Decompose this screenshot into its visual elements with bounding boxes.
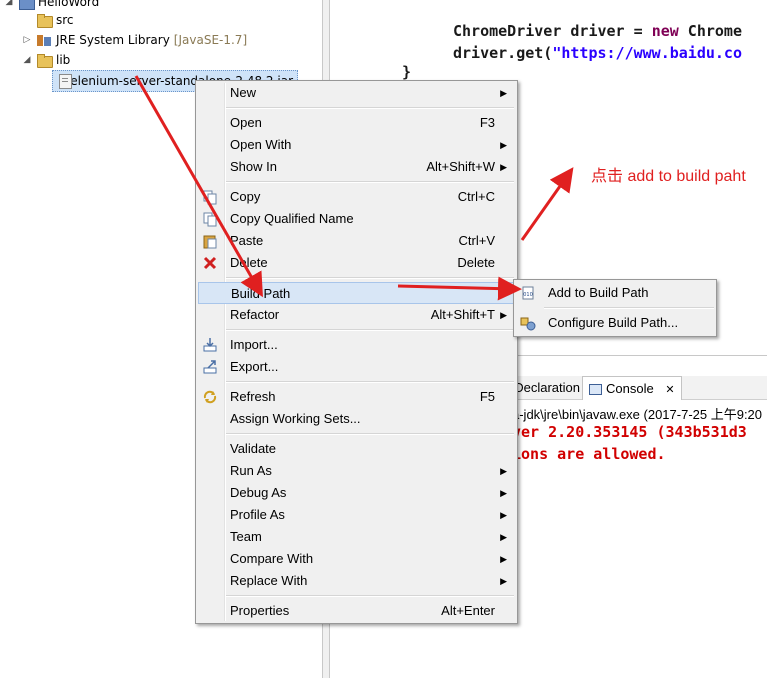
menu-item-validate[interactable]: Validate [198,438,515,460]
menu-item-replace-with[interactable]: Replace With ▶ [198,570,515,592]
submenu-arrow-icon: ▶ [500,510,507,520]
menu-item-open[interactable]: Open F3 [198,112,515,134]
menu-item-copy[interactable]: Copy Ctrl+C [198,186,515,208]
menu-separator [226,381,514,383]
package-folder-icon [36,12,53,28]
menu-separator [544,307,714,309]
code-line-2: driver.get("https://www.baidu.co [453,44,742,62]
menu-item-add-to-build-path[interactable]: 010 Add to Build Path [516,282,716,304]
import-icon [203,338,217,352]
copy-icon [203,190,217,205]
submenu-arrow-icon: ▶ [500,162,507,172]
console-path-line: a-jdk\jre\bin\javaw.exe (2017-7-25 上午9:2… [512,407,763,422]
menu-item-delete[interactable]: Delete Delete [198,252,515,274]
tree-item-jre-library[interactable]: ▷ JRE System Library [JavaSE-1.7] [22,30,248,50]
copy-qualified-name-icon [203,212,217,227]
submenu-arrow-icon: ▶ [499,289,506,299]
menu-item-build-path[interactable]: Build Path ▶ [198,282,515,304]
expand-arrow-icon[interactable]: ◢ [22,50,32,70]
tree-item-label: JRE System Library [56,33,170,47]
menu-separator [226,181,514,183]
annotation-text: 点击 add to build paht [591,168,746,185]
context-menu: New ▶ Open F3 Open With ▶ Show In Alt+Shift+… [195,80,518,624]
submenu-arrow-icon: ▶ [500,466,507,476]
console-error-line-1: ver 2.20.353145 (343b531d3 [512,423,747,441]
code-line-3: } [402,63,412,81]
menu-item-show-in[interactable]: Show In Alt+Shift+W ▶ [198,156,515,178]
tree-item-src[interactable]: src [22,10,74,30]
submenu-arrow-icon: ▶ [500,554,507,564]
menu-item-copy-qualified-name[interactable]: Copy Qualified Name [198,208,515,230]
menu-item-compare-with[interactable]: Compare With ▶ [198,548,515,570]
submenu-arrow-icon: ▶ [500,140,507,150]
menu-item-configure-build-path[interactable]: Configure Build Path... [516,312,716,334]
menu-item-open-with[interactable]: Open With ▶ [198,134,515,156]
menu-separator [226,433,514,435]
build-path-submenu: 010 Add to Build Path Configure Build Pa… [513,279,717,337]
tree-item-suffix: [JavaSE-1.7] [173,33,248,47]
close-tab-icon[interactable]: ✕ [665,384,674,396]
console-error-line-2: ions are allowed. [512,445,666,463]
menu-separator [226,329,514,331]
menu-item-run-as[interactable]: Run As ▶ [198,460,515,482]
jar-icon [57,73,73,89]
svg-text:010: 010 [523,292,533,298]
menu-item-paste[interactable]: Paste Ctrl+V [198,230,515,252]
code-line-1: ChromeDriver driver = new Chrome [453,22,742,40]
menu-separator [226,595,514,597]
library-icon [36,32,52,48]
menu-item-refresh[interactable]: Refresh F5 [198,386,515,408]
tree-item-label: src [56,13,74,27]
add-to-build-path-icon: 010 [522,286,534,300]
menu-item-debug-as[interactable]: Debug As ▶ [198,482,515,504]
export-icon [203,360,217,374]
submenu-arrow-icon: ▶ [500,310,507,320]
submenu-arrow-icon: ▶ [500,532,507,542]
delete-icon [203,256,217,270]
menu-item-properties[interactable]: Properties Alt+Enter [198,600,515,622]
tree-item-lib[interactable]: ◢ lib [22,50,70,70]
menu-separator [226,277,514,279]
collapse-arrow-icon[interactable]: ▷ [22,30,32,50]
folder-icon [36,52,53,68]
menu-item-import[interactable]: Import... [198,334,515,356]
refresh-icon [203,390,217,404]
submenu-arrow-icon: ▶ [500,88,507,98]
menu-item-new[interactable]: New ▶ [198,82,515,104]
menu-item-refactor[interactable]: Refactor Alt+Shift+T ▶ [198,304,515,326]
menu-item-assign-working-sets[interactable]: Assign Working Sets... [198,408,515,430]
tab-console[interactable]: Console ✕ [582,376,682,400]
submenu-arrow-icon: ▶ [500,488,507,498]
tab-declaration[interactable]: Declaration [510,376,580,399]
paste-icon [203,235,217,249]
expand-arrow-icon[interactable]: ◢ [4,0,14,12]
project-icon [18,0,35,10]
menu-separator [226,107,514,109]
menu-item-export[interactable]: Export... [198,356,515,378]
menu-item-team[interactable]: Team ▶ [198,526,515,548]
menu-item-profile-as[interactable]: Profile As ▶ [198,504,515,526]
console-icon [589,384,602,396]
submenu-arrow-icon: ▶ [500,576,507,586]
tree-item-label: lib [56,53,71,67]
configure-build-path-icon [520,317,536,331]
